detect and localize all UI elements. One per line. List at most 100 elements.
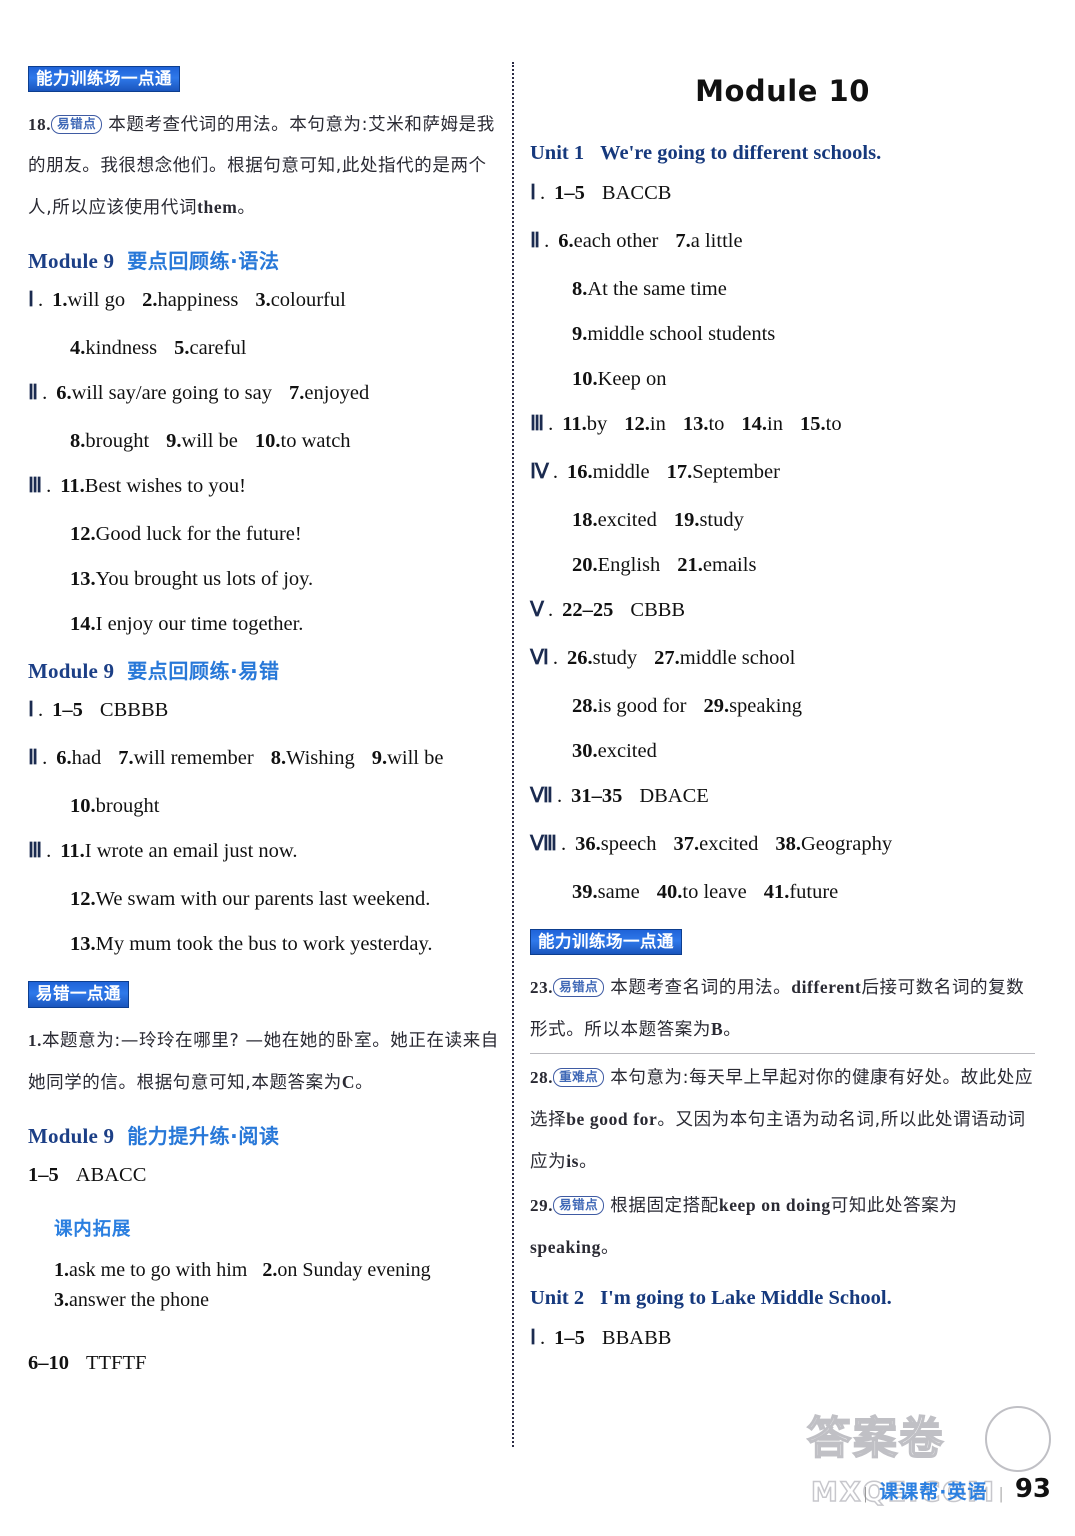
answer-item: 13.You brought us lots of joy. [70, 568, 314, 591]
roman-numeral: Ⅲ [28, 840, 43, 863]
roman-separator: . [544, 230, 550, 252]
answer-row: 12.Good luck for the future! [28, 520, 500, 548]
roman-separator: . [38, 699, 44, 722]
watermark-label: 答案卷 [806, 1412, 945, 1465]
answer-item-number: 37. [673, 833, 700, 855]
answer-row: 10.brought [28, 792, 500, 820]
answer-item: 10.Keep on [572, 368, 667, 390]
roman-separator: . [46, 475, 52, 498]
explanation-1: 1.本题意为:—玲玲在哪里? —她在她的卧室。她正在读来自她同学的信。根据句意可… [28, 1020, 500, 1104]
badge-ability-training-right: 能力训练场一点通 [530, 929, 682, 956]
explanation-1-period: 。 [355, 1072, 374, 1093]
answer-item: 6–10 [28, 1352, 69, 1374]
answer-item: 31–35 [571, 785, 622, 807]
explanation-23-text-a: 本题考查名词的用法。 [610, 978, 792, 999]
answer-item: 8.At the same time [572, 278, 727, 300]
explanation-29-text-a: 根据固定搭配 [610, 1196, 719, 1217]
answer-row: Ⅰ. 1.will go 2.happiness 3.colourful [28, 286, 500, 314]
answer-row: Ⅵ. 26.study 27.middle school [530, 644, 1035, 672]
answer-row: Ⅰ. 1–5 CBBBB [28, 696, 500, 724]
answer-row: Ⅶ. 31–35 DBACE [530, 782, 1035, 810]
roman-numeral: Ⅰ [530, 1327, 537, 1350]
heading-unit1-title: We're going to different schools. [600, 142, 882, 164]
answer-item-range: 6–10 [28, 1351, 69, 1374]
answer-item: 8.brought [70, 430, 150, 453]
answer-item: 22–25 [562, 599, 613, 621]
footer-separator: | [863, 1484, 868, 1503]
answer-item: 12.We swam with our parents last weekend… [70, 888, 431, 911]
answer-item: 13.to [682, 413, 725, 435]
answer-item-number: 8. [270, 747, 287, 770]
heading-module9-reading-cn: 能力提升练·阅读 [127, 1123, 280, 1148]
roman-separator: . [548, 413, 554, 435]
roman-separator: . [561, 833, 567, 855]
answer-row: Ⅱ. 6.had 7.will remember 8.Wishing 9.will be [28, 744, 500, 772]
explanation-29-period: 。 [600, 1238, 620, 1259]
roman-numeral: Ⅰ [530, 182, 537, 204]
explanation-23-period: 。 [723, 1020, 742, 1041]
roman-separator: . [46, 840, 52, 863]
answer-item: 40.to leave [656, 881, 747, 903]
answer-item: 11.I wrote an email just now. [60, 840, 298, 863]
roman-separator: . [552, 647, 559, 669]
explanation-28-number: 28. [530, 1068, 554, 1088]
answer-item-number: 6. [56, 382, 72, 405]
answer-item: 1–5 [52, 699, 83, 721]
answer-item-number: 4. [70, 337, 86, 360]
explanation-28-answer: is [566, 1151, 580, 1172]
heading-module9-grammar-en: Module 9 [28, 249, 115, 274]
roman-numeral: Ⅲ [530, 413, 545, 435]
answer-item-number: 39. [572, 881, 598, 903]
answer-item-number: 21. [677, 554, 703, 576]
answer-item: 1.will go [52, 289, 126, 312]
answer-row: 10.Keep on [530, 365, 1035, 393]
answer-item-number: 8. [572, 278, 588, 300]
answer-row: Ⅰ. 1–5 BACCB [530, 179, 1035, 207]
heading-module9-mistakes-cn: 要点回顾练·易错 [127, 659, 280, 684]
explanation-29-number: 29. [530, 1196, 554, 1216]
watermark-ring-icon [985, 1406, 1051, 1472]
answer-item-number: 3. [255, 289, 271, 312]
answer-item-number: 11. [60, 840, 85, 863]
answer-item-number: 11. [562, 413, 587, 435]
answer-row: 8.At the same time [530, 275, 1035, 303]
answer-item-number: 12. [70, 888, 96, 911]
roman-numeral: Ⅱ [530, 230, 541, 252]
answer-item: 7.will remember [118, 747, 254, 770]
answer-item-number: 8. [70, 430, 86, 453]
answer-item-number: 10. [572, 368, 598, 390]
explanation-28: 28. 重难点 本句意为:每天早上早起对你的健康有好处。故此处应选择be good… [530, 1057, 1035, 1183]
answer-item-number: 6. [56, 747, 72, 770]
heading-unit1-number: Unit 1 [530, 142, 585, 164]
answer-row: 4.kindness 5.careful [28, 334, 500, 362]
answer-item: 12.Good luck for the future! [70, 523, 302, 546]
answer-item-number: 13. [682, 413, 709, 435]
answer-item: BACCB [601, 182, 672, 204]
answer-row: 18.excited 19.study [530, 506, 1035, 534]
answer-item-number: 38. [775, 833, 801, 855]
answer-item-number: 7. [118, 747, 134, 770]
heading-module9-mistakes-en: Module 9 [28, 659, 115, 684]
answer-item-number: 16. [567, 461, 593, 483]
answer-key-page: 能力训练场一点通 18. 易错点 本题考查代词的用法。本句意为:艾米和萨姆是我的朋… [0, 0, 1075, 1536]
answer-row: Ⅷ. 36.speech 37.excited 38.Geography [530, 830, 1035, 858]
answer-item: BBABB [601, 1327, 672, 1350]
page-footer: 答案卷 MXQE.COM | 课课帮·英语 | 93 [0, 1406, 1075, 1518]
answer-item: 11.Best wishes to you! [60, 475, 246, 498]
answer-item: 7.a little [675, 230, 743, 252]
answer-item-number: 5. [174, 337, 190, 360]
roman-separator: . [552, 461, 559, 483]
answer-item: 28.is good for [572, 695, 687, 717]
answer-item: 9.will be [371, 747, 444, 770]
answer-item: 26.study [567, 647, 638, 669]
answer-item-number: 1. [52, 289, 68, 312]
footer-content: | 课课帮·英语 | 93 [864, 1474, 1051, 1504]
explanation-29-tag: 易错点 [553, 1196, 605, 1216]
answer-row: 13.You brought us lots of joy. [28, 565, 500, 593]
footer-brand: 课课帮·英语 [879, 1481, 988, 1503]
answer-row: Ⅰ. 1–5 BBABB [530, 1324, 1035, 1352]
roman-numeral: Ⅰ [28, 289, 35, 312]
answer-row: Ⅲ. 11.I wrote an email just now. [28, 837, 500, 865]
badge-mistake-tips: 易错一点通 [28, 981, 129, 1008]
answer-item: 10.brought [70, 795, 160, 818]
